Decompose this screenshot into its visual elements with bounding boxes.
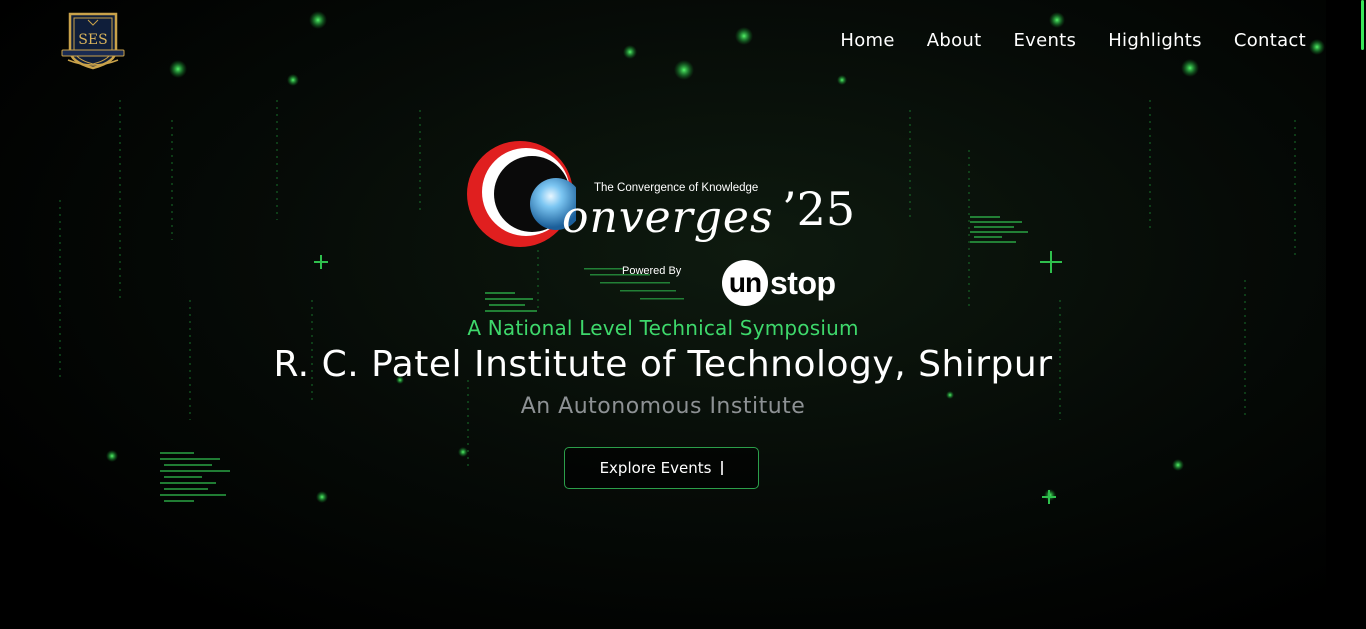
unstop-logo-mark: un [722,260,768,306]
nav-contact[interactable]: Contact [1234,30,1306,51]
converges-ring-icon [467,141,576,247]
page-scrollbar[interactable] [1326,0,1366,629]
main-nav: Home About Events Highlights Contact [840,30,1306,51]
svg-text:SES: SES [78,32,107,48]
ses-crest-icon: SES [61,12,125,70]
powered-by-label: Powered By [622,265,682,277]
text-cursor-icon [721,461,724,475]
brand-wordmark: onverges [562,192,774,243]
matrix-background [59,11,1325,504]
unstop-logo: un stop [722,260,836,306]
nav-highlights[interactable]: Highlights [1108,30,1202,51]
scrollbar-thumb[interactable] [1361,0,1364,50]
institute-name: R. C. Patel Institute of Technology, Shi… [273,344,1053,385]
nav-home[interactable]: Home [840,30,894,51]
brand-year: ’25 [782,182,856,236]
nav-events[interactable]: Events [1013,30,1076,51]
unstop-logo-text: stop [770,264,836,301]
converges-logo: The Convergence of Knowledge onverges ’2… [466,138,866,313]
nav-about[interactable]: About [927,30,982,51]
hero-page: SES Home About Events Highlights Contact… [0,0,1366,629]
institute-tag: An Autonomous Institute [520,394,806,419]
ses-logo[interactable]: SES [58,10,128,72]
explore-events-label: Explore Events [599,459,712,477]
explore-events-button[interactable]: Explore Events [564,447,759,489]
hero-subtitle: A National Level Technical Symposium [467,316,859,340]
